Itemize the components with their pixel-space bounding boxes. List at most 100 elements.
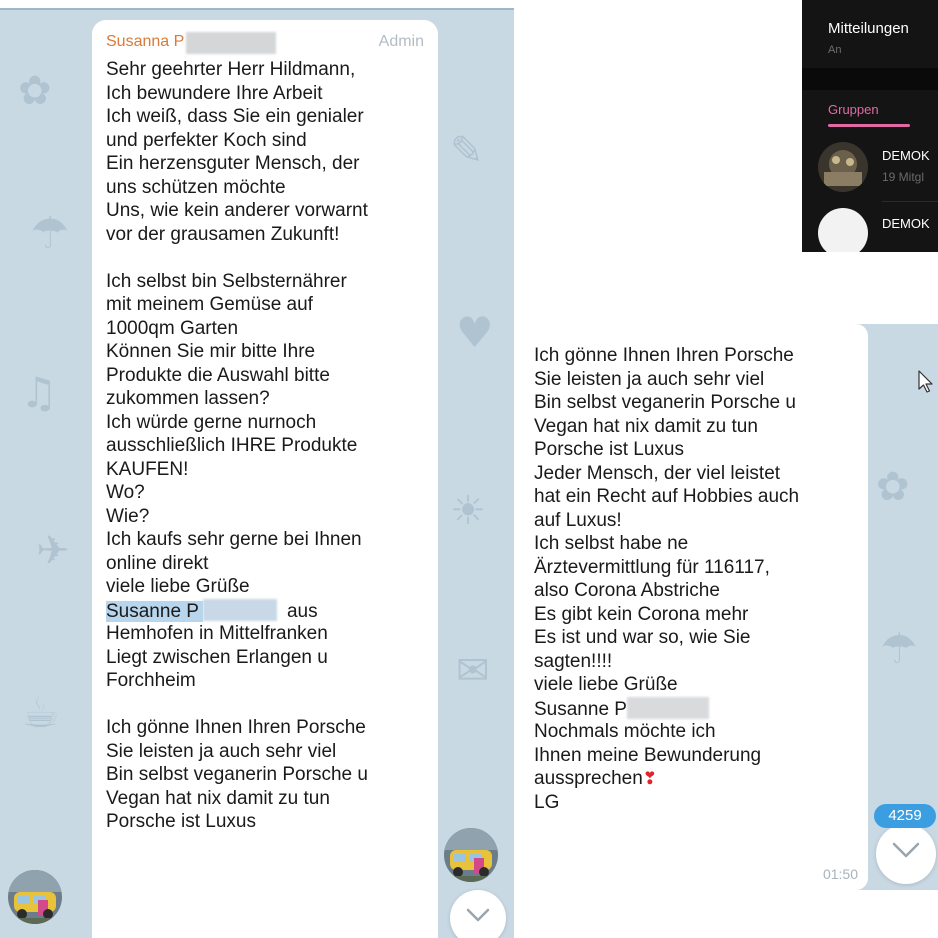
message-line: Es ist und war so, wie Sie: [534, 627, 751, 648]
message-line: Ich gönne Ihnen Ihren Porsche: [534, 345, 794, 366]
doodle-icon: ✿: [876, 464, 910, 510]
message-line: Nochmals möchte ich: [534, 721, 716, 742]
doodle-icon: ✉: [456, 648, 490, 694]
admin-badge: Admin: [378, 33, 424, 50]
settings-title[interactable]: Mitteilungen: [828, 20, 909, 37]
message-line: Porsche ist Luxus: [106, 811, 256, 832]
group-photo: [818, 142, 868, 192]
message-line: Ich bewundere Ihre Arbeit: [106, 82, 323, 104]
right-chat-panel: ✿ ☂ Ich gönne Ihnen Ihren Porsche Sie le…: [520, 324, 938, 890]
message-text: Ich gönne Ihnen Ihren Porsche Sie leiste…: [534, 344, 864, 814]
tab-groups[interactable]: Gruppen: [828, 102, 879, 117]
doodle-icon: ☂: [880, 624, 918, 673]
user-avatar[interactable]: [8, 870, 62, 924]
user-avatar[interactable]: [444, 828, 498, 882]
message-line: Ärztevermittlung für 116117,: [534, 556, 770, 578]
signature-line: Susanne P aus: [106, 598, 432, 623]
message-line: Ihnen meine Bewunderung: [534, 744, 762, 766]
message-line: zukommen lassen?: [106, 388, 270, 409]
group-avatar[interactable]: [818, 208, 868, 252]
message-line: Sie leisten ja auch sehr viel: [106, 740, 337, 762]
chevron-down-icon: [466, 908, 490, 922]
message-line: Ich würde gerne nurnoch: [106, 411, 317, 433]
message-fragment: aus: [286, 600, 318, 622]
message-line: [106, 246, 432, 270]
message-line: Produkte die Auswahl bitte: [106, 364, 330, 386]
message-line: Wo?: [106, 482, 145, 503]
message-fragment: aussprechen: [534, 768, 643, 789]
message-line: viele liebe Grüße: [534, 674, 678, 695]
doodle-icon: ✿: [18, 68, 52, 114]
scroll-down-button[interactable]: [876, 824, 936, 884]
message-line: Jeder Mensch, der viel leistet: [534, 462, 781, 484]
message-line: also Corona Abstriche: [534, 580, 720, 601]
group-name[interactable]: DEMOK: [882, 148, 930, 163]
doodle-icon: ♫: [20, 368, 58, 417]
message-line: Vegan hat nix damit zu tun: [106, 787, 330, 809]
message-line: LG: [534, 791, 560, 813]
top-border: [0, 8, 514, 10]
message-line: Ein herzensguter Mensch, der: [106, 153, 360, 174]
group-name[interactable]: DEMOK: [882, 216, 930, 231]
message-line: vor der grausamen Zukunft!: [106, 223, 340, 245]
doodle-icon: ✈: [36, 528, 70, 574]
message-line: Vegan hat nix damit zu tun: [534, 415, 758, 437]
message-text: Sehr geehrter Herr Hildmann, Ich bewunde…: [106, 58, 432, 834]
message-line: Wie?: [106, 505, 150, 527]
redacted-surname: [186, 32, 276, 54]
message-line: Porsche ist Luxus: [534, 439, 684, 460]
group-avatar[interactable]: [818, 142, 868, 192]
sender-row: Susanna P Admin: [106, 32, 424, 54]
message-line: Forchheim: [106, 670, 196, 691]
message-line: Bin selbst veganerin Porsche u: [534, 392, 796, 413]
row-divider: [882, 201, 938, 202]
message-timestamp: 01:50: [822, 866, 858, 882]
sender-name[interactable]: Susanna P: [106, 33, 184, 51]
message-line: Ich kaufs sehr gerne bei Ihnen: [106, 529, 362, 550]
message-line: Ich selbst bin Selbsternährer: [106, 270, 347, 292]
tab-indicator: [828, 124, 910, 127]
message-line: Liegt zwischen Erlangen u: [106, 646, 328, 668]
redacted-surname: [202, 598, 277, 621]
message-line: Es gibt kein Corona mehr: [534, 603, 749, 625]
doodle-icon: ✎: [450, 128, 484, 174]
redacted-surname: [626, 696, 709, 719]
message-line: viele liebe Grüße: [106, 576, 250, 597]
message-line: Sehr geehrter Herr Hildmann,: [106, 59, 356, 80]
message-line: ausschließlich IHRE Produkte: [106, 435, 358, 456]
message-line: [106, 693, 432, 717]
message-line: Ich gönne Ihnen Ihren Porsche: [106, 717, 366, 738]
message-line: und perfekter Koch sind: [106, 129, 307, 151]
avatar-photo: [444, 828, 498, 882]
message-line: Können Sie mir bitte Ihre: [106, 341, 316, 362]
chevron-down-icon: [892, 842, 920, 858]
message-line: uns schützen möchte: [106, 176, 286, 198]
message-line: mit meinem Gemüse auf: [106, 294, 313, 315]
doodle-icon: ☀: [450, 488, 486, 534]
message-bubble[interactable]: Ich gönne Ihnen Ihren Porsche Sie leiste…: [520, 324, 868, 890]
doodle-icon: ☂: [30, 208, 70, 259]
selected-text[interactable]: Susanne P: [106, 600, 203, 622]
message-line: 1000qm Garten: [106, 317, 239, 339]
signature-line: Susanne P: [534, 696, 864, 721]
mouse-cursor-icon: [918, 370, 933, 393]
notification-settings-panel: Mitteilungen An Gruppen DEMOK 19 Mitgl D…: [802, 0, 938, 252]
message-line: Bin selbst veganerin Porsche u: [106, 764, 368, 785]
message-line: auf Luxus!: [534, 509, 622, 531]
message-line: Ich selbst habe ne: [534, 533, 689, 554]
message-line: aussprechen❣: [534, 767, 864, 791]
section-divider: [802, 68, 938, 90]
group-member-count: 19 Mitgl: [882, 170, 925, 184]
settings-subtitle: An: [828, 44, 842, 56]
heart-exclamation-icon: ❣: [642, 769, 658, 788]
scroll-down-button[interactable]: [450, 890, 506, 938]
message-line: Hemhofen in Mittelfranken: [106, 623, 328, 644]
left-chat-panel: ✿ ☂ ♫ ✈ ☕ ✎ ♥ ☀ ✉ Susanna P Admin Sehr g…: [0, 8, 514, 938]
signature-name: Susanne P: [534, 698, 627, 720]
avatar-photo: [8, 870, 62, 924]
message-line: Sie leisten ja auch sehr viel: [534, 368, 765, 390]
doodle-icon: ♥: [456, 308, 494, 357]
unread-count-badge[interactable]: 4259: [874, 804, 936, 828]
doodle-icon: ☕: [22, 688, 60, 737]
message-bubble[interactable]: Susanna P Admin Sehr geehrter Herr Hildm…: [92, 20, 438, 938]
